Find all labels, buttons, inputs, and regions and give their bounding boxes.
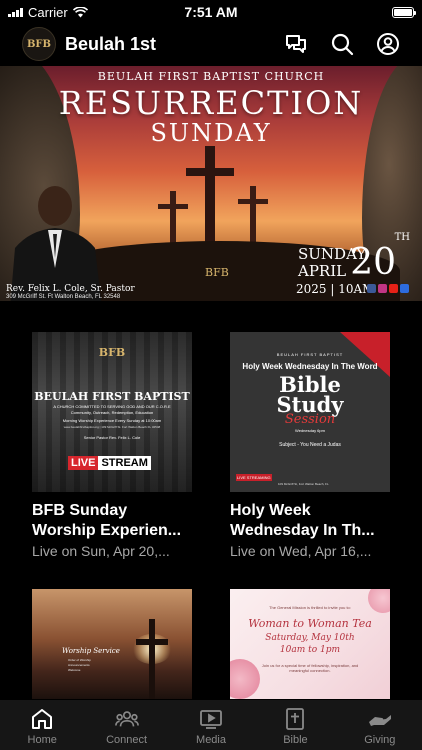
hero-day-number: 20 [350, 242, 396, 283]
thumb-date: Saturday, May 10th [265, 633, 355, 643]
card-title: BFB Sunday Worship Experien... [32, 502, 182, 539]
tab-media[interactable]: Media [169, 700, 253, 750]
live-badge-red: LIVE [68, 456, 99, 470]
card-title: Holy Week Wednesday In Th... [230, 502, 375, 539]
tab-home[interactable]: Home [0, 700, 84, 750]
tab-label: Connect [106, 734, 148, 746]
tab-label: Home [27, 734, 57, 746]
tab-connect[interactable]: Connect [84, 700, 168, 750]
clock: 7:51 AM [184, 4, 238, 20]
signal-icon [8, 7, 23, 17]
social-icons [367, 284, 409, 293]
thumb-logo: BFB [98, 346, 126, 359]
thumb-heading: Worship Service [62, 647, 120, 655]
tab-label: Media [196, 734, 226, 746]
live-stream-badge: LIVE STREAM [68, 456, 151, 470]
card-subtitle: Live on Wed, Apr 16,... [230, 543, 372, 559]
thumb-live: LIVE STREAMING [236, 474, 272, 481]
hero-watermark-logo: BFB [205, 266, 229, 279]
thumb-tagline: A CHURCH COMMITTED TO SERVING GOD AND OU… [53, 404, 171, 409]
hero-address: 309 McGriff St. Ft Walton Beach, FL 3254… [6, 294, 121, 300]
card-subtitle: Live on Sun, Apr 20,... [32, 543, 170, 559]
thumb-subject: Subject - You Need a Judas [279, 442, 341, 448]
wifi-icon [72, 6, 88, 17]
hero-day-suffix: TH [394, 232, 410, 243]
media-card-sunday-worship[interactable]: BFB BEULAH FIRST BAPTIST A CHURCH COMMIT… [32, 332, 192, 561]
thumb-line-3: Welcome [68, 668, 81, 672]
thumb-service: Morning Worship Experience Every Sunday … [62, 418, 162, 423]
card-thumbnail: The General Mission is thrilled to invit… [230, 589, 390, 699]
status-bar: Carrier 7:51 AM [0, 0, 422, 24]
search-icon[interactable] [330, 32, 354, 56]
profile-icon[interactable] [376, 32, 400, 56]
hero-banner[interactable]: BEULAH FIRST BAPTIST CHURCH RESURRECTION… [0, 66, 422, 301]
thumb-script: Session [284, 412, 336, 427]
bottom-tab-bar: Home Connect Media Bible Giving [0, 700, 422, 750]
card-thumbnail: BEULAH FIRST BAPTIST Holy Week Wednesday… [230, 332, 390, 492]
thumb-body: Join us for a special time of fellowship… [261, 663, 359, 673]
thumb-address: www.beulahfirstbaptist.org | 109 McGriff… [63, 425, 161, 429]
people-icon [114, 711, 139, 727]
card-thumbnail: Worship Service Order of Worship Announc… [32, 589, 192, 699]
cross-icon [136, 619, 168, 699]
instagram-icon [378, 284, 387, 293]
thumb-line-2: Announcements [68, 663, 90, 667]
thumb-when: Wednesday 6pm [295, 428, 325, 433]
facebook-icon [367, 284, 376, 293]
thumb-church: BEULAH FIRST BAPTIST [34, 390, 190, 403]
home-icon [32, 709, 53, 729]
bible-icon [286, 708, 305, 730]
church-logo[interactable]: BFB [22, 27, 56, 61]
thumb-pillars: Community, Outreach, Redemption, Educati… [70, 410, 154, 415]
hero-year-time: 2025 | 10AM [296, 282, 375, 296]
thumb-pastor: Senior Pastor Rev. Felix L. Cole [83, 435, 141, 440]
thumb-time: 10am to 1pm [279, 645, 341, 655]
youtube-icon [389, 284, 398, 293]
giving-hand-icon [368, 715, 391, 726]
tab-giving[interactable]: Giving [338, 700, 422, 750]
tab-bible[interactable]: Bible [253, 700, 337, 750]
chat-icon[interactable] [284, 32, 308, 56]
thumb-header: BEULAH FIRST BAPTIST [276, 352, 344, 357]
play-icon [200, 710, 222, 729]
thumb-address: 109 McGriff St, Fort Walton Beach, FL [278, 482, 329, 486]
thumb-intro: The General Mission is thrilled to invit… [269, 605, 351, 610]
app-title: Beulah 1st [65, 33, 157, 54]
tab-label: Bible [283, 734, 308, 746]
hero-church-name: BEULAH FIRST BAPTIST CHURCH [97, 70, 325, 83]
hero-title-line1: RESURRECTION [58, 84, 364, 122]
live-badge-white: STREAM [98, 456, 151, 470]
pastor-name: Rev. Felix L. Cole, Sr. Pastor [6, 284, 135, 294]
web-icon [400, 284, 409, 293]
pastor-photo [10, 186, 102, 301]
battery-icon [392, 6, 416, 18]
media-card-bible-study[interactable]: BEULAH FIRST BAPTIST Holy Week Wednesday… [230, 332, 390, 561]
media-card-woman-to-woman-tea[interactable]: The General Mission is thrilled to invit… [230, 589, 390, 699]
thumb-title: Woman to Woman Tea [248, 617, 372, 630]
tab-label: Giving [364, 734, 396, 746]
thumb-line-1: Order of Worship [68, 658, 91, 662]
thumb-line1: Holy Week Wednesday In The Word [242, 362, 378, 371]
carrier-label: Carrier [28, 4, 68, 20]
app-header: BFB Beulah 1st [0, 24, 422, 64]
media-card-worship-service[interactable]: Worship Service Order of Worship Announc… [32, 589, 192, 699]
card-thumbnail: BFB BEULAH FIRST BAPTIST A CHURCH COMMIT… [32, 332, 192, 492]
hero-title-line2: SUNDAY [150, 119, 272, 147]
